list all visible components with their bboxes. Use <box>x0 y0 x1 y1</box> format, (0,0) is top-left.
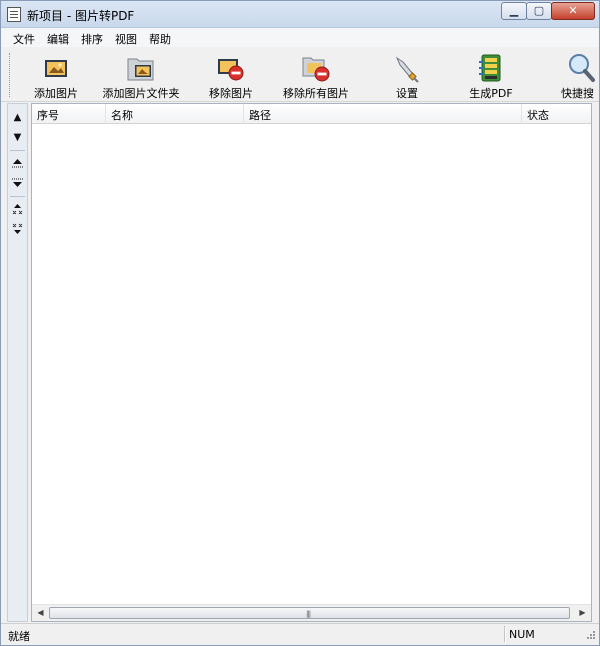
move-top-button[interactable] <box>10 156 25 171</box>
add-image-label: 添加图片 <box>34 87 78 100</box>
sort-descending-button[interactable] <box>10 222 25 237</box>
create-pdf-button[interactable]: 生成PDF <box>463 47 519 102</box>
close-button[interactable]: ✕ <box>551 2 595 20</box>
window-title: 新项目 - 图片转PDF <box>27 9 135 23</box>
create-pdf-label: 生成PDF <box>469 87 513 100</box>
add-folder-icon <box>125 52 157 84</box>
add-folder-button[interactable]: 添加图片文件夹 <box>97 47 185 102</box>
title-bar[interactable]: 新项目 - 图片转PDF ▁ ▢ ✕ <box>1 1 599 28</box>
arrow-right-icon: ▶ <box>579 608 586 617</box>
settings-label: 设置 <box>396 87 418 100</box>
toolbar: 添加图片 添加图片文件夹 移除图片 移除所有图片 设置 生成PDF 快捷搜 <box>1 47 599 102</box>
toolbar-grip[interactable] <box>9 53 12 97</box>
menu-view[interactable]: 视图 <box>109 28 143 47</box>
scroll-left-button[interactable]: ◀ <box>32 605 49 621</box>
scroll-thumb[interactable]: ||| <box>49 607 570 619</box>
sort-ascending-button[interactable] <box>10 202 25 217</box>
app-document-icon <box>7 7 21 22</box>
search-icon <box>565 52 597 84</box>
minimize-icon: ▁ <box>509 4 519 17</box>
status-bar: 就绪 NUM <box>1 623 599 645</box>
num-lock-indicator: NUM <box>509 628 535 641</box>
move-bottom-button[interactable] <box>10 176 25 191</box>
column-name[interactable]: 名称 <box>106 104 244 124</box>
horizontal-scrollbar[interactable]: ◀ ||| ▶ <box>32 604 591 621</box>
list-header: 序号 名称 路径 状态 <box>32 104 591 124</box>
menu-bar: 文件 编辑 排序 视图 帮助 <box>1 28 599 47</box>
move-to-top-icon <box>12 159 23 168</box>
app-window: 新项目 - 图片转PDF ▁ ▢ ✕ 文件 编辑 排序 视图 帮助 添加图片 添… <box>0 0 600 646</box>
quick-search-label: 快捷搜 <box>561 87 594 100</box>
maximize-button[interactable]: ▢ <box>526 2 552 20</box>
order-panel: ▲ ▼ <box>7 103 28 622</box>
remove-all-images-button[interactable]: 移除所有图片 <box>279 47 353 102</box>
sort-descending-icon <box>12 223 23 234</box>
resize-grip-icon[interactable] <box>584 630 596 642</box>
menu-help[interactable]: 帮助 <box>143 28 177 47</box>
add-image-button[interactable]: 添加图片 <box>25 47 87 102</box>
arrow-up-icon: ▲ <box>13 112 22 123</box>
create-pdf-icon <box>475 52 507 84</box>
separator <box>10 196 25 197</box>
minimize-button[interactable]: ▁ <box>501 2 527 20</box>
close-icon: ✕ <box>568 4 578 17</box>
remove-image-label: 移除图片 <box>209 87 253 100</box>
move-up-button[interactable]: ▲ <box>10 110 25 125</box>
remove-image-button[interactable]: 移除图片 <box>203 47 259 102</box>
image-list[interactable]: 序号 名称 路径 状态 ◀ ||| ▶ <box>31 103 592 622</box>
maximize-icon: ▢ <box>533 4 545 17</box>
quick-search-button[interactable]: 快捷搜 <box>557 47 599 102</box>
remove-image-icon <box>215 52 247 84</box>
separator <box>10 150 25 151</box>
remove-all-images-icon <box>300 52 332 84</box>
arrow-left-icon: ◀ <box>37 608 44 617</box>
column-status[interactable]: 状态 <box>522 104 591 124</box>
settings-icon <box>391 52 423 84</box>
move-down-button[interactable]: ▼ <box>10 130 25 145</box>
add-folder-label: 添加图片文件夹 <box>102 87 180 100</box>
move-to-bottom-icon <box>12 178 23 187</box>
status-text: 就绪 <box>8 630 30 643</box>
column-path[interactable]: 路径 <box>244 104 522 124</box>
menu-sort[interactable]: 排序 <box>75 28 109 47</box>
arrow-down-icon: ▼ <box>13 132 22 143</box>
status-divider <box>504 626 506 643</box>
settings-button[interactable]: 设置 <box>385 47 429 102</box>
scroll-grip-icon: ||| <box>306 610 311 618</box>
remove-all-images-label: 移除所有图片 <box>283 87 349 100</box>
add-image-icon <box>40 52 72 84</box>
scroll-right-button[interactable]: ▶ <box>574 605 591 621</box>
column-index[interactable]: 序号 <box>32 104 106 124</box>
window-controls: ▁ ▢ ✕ <box>501 2 595 21</box>
sort-ascending-icon <box>12 204 23 215</box>
menu-file[interactable]: 文件 <box>7 28 41 47</box>
menu-edit[interactable]: 编辑 <box>41 28 75 47</box>
